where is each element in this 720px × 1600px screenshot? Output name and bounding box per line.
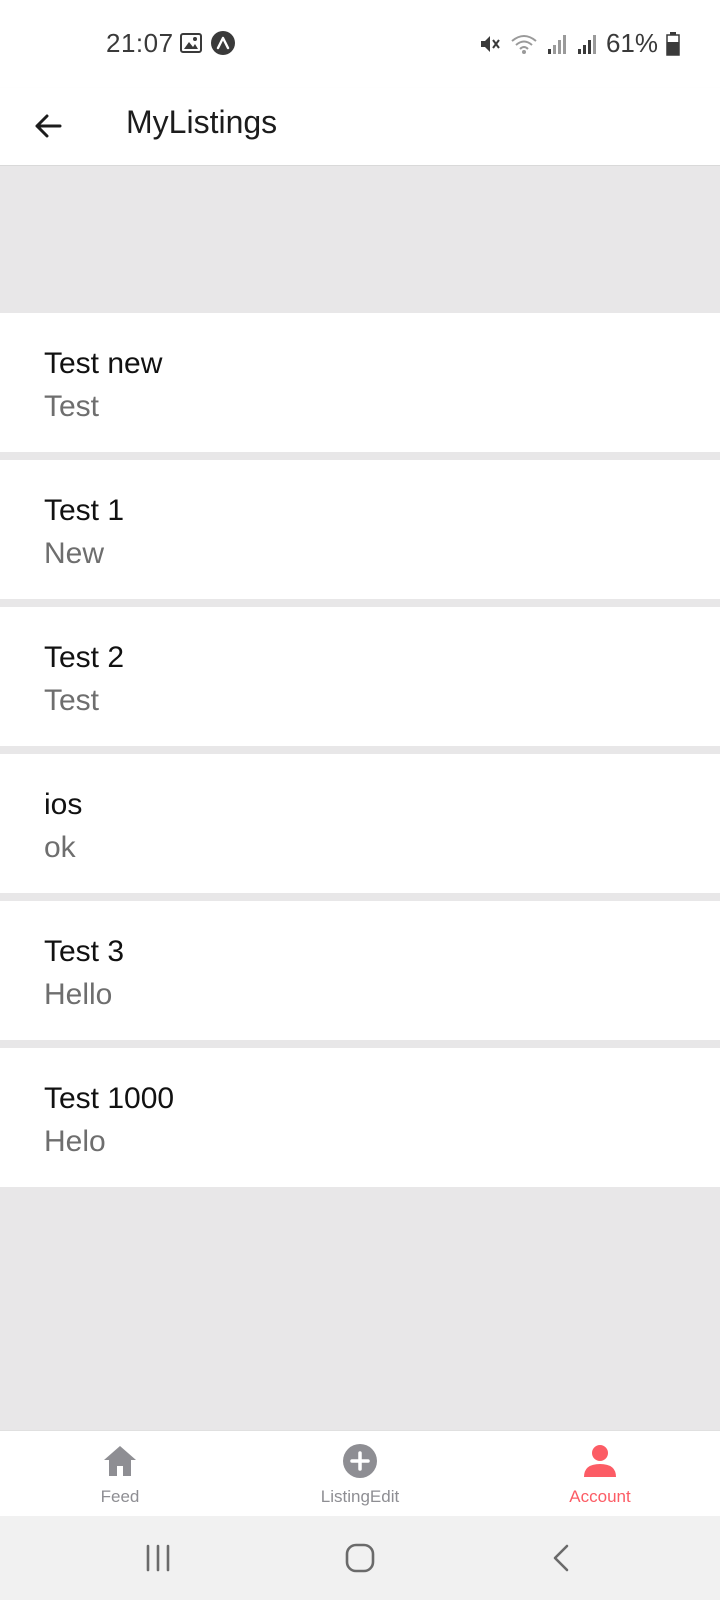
listing-subtitle: Test xyxy=(44,684,100,717)
battery-percent: 61% xyxy=(605,28,658,58)
app-header: MyListings xyxy=(0,88,720,166)
list-top-spacer xyxy=(0,166,720,313)
list-item[interactable]: Test 1000 Helo xyxy=(0,1048,720,1187)
signal-icon xyxy=(547,34,566,54)
back-icon xyxy=(553,1544,569,1572)
recent-apps-button[interactable] xyxy=(128,1534,188,1582)
listing-title: Test 2 xyxy=(44,641,125,674)
expo-icon xyxy=(211,31,235,55)
list-item[interactable]: Test 2 Test xyxy=(0,607,720,746)
tab-label: Account xyxy=(569,1487,631,1506)
listing-subtitle: Helo xyxy=(44,1125,106,1158)
tab-label: Feed xyxy=(100,1487,140,1506)
listing-subtitle: Test xyxy=(44,390,100,423)
plus-circle-icon xyxy=(343,1444,377,1478)
wifi-icon xyxy=(511,34,537,54)
listing-title: Test new xyxy=(44,347,163,380)
listing-subtitle: Hello xyxy=(44,978,113,1011)
arrow-left-icon xyxy=(35,114,62,138)
list-item[interactable]: Test 3 Hello xyxy=(0,901,720,1040)
recent-apps-icon xyxy=(146,1544,170,1572)
tab-listing-edit[interactable]: ListingEdit xyxy=(240,1431,480,1516)
mute-icon xyxy=(480,35,500,52)
status-notification-icons xyxy=(180,30,236,56)
tab-feed[interactable]: Feed xyxy=(0,1431,240,1516)
gallery-icon xyxy=(180,33,202,53)
battery-icon xyxy=(666,31,680,56)
bottom-tab-bar: Feed ListingEdit Account xyxy=(0,1430,720,1516)
list-item[interactable]: ios ok xyxy=(0,754,720,893)
listing-title: Test 3 xyxy=(44,935,125,968)
listing-list: Test new Test Test 1 New Test 2 Test ios… xyxy=(0,313,720,1187)
list-item[interactable]: Test new Test xyxy=(0,313,720,452)
listing-subtitle: New xyxy=(44,537,105,570)
listing-title: Test 1000 xyxy=(44,1082,175,1115)
list-item[interactable]: Test 1 New xyxy=(0,460,720,599)
account-icon xyxy=(584,1445,616,1477)
tab-account[interactable]: Account xyxy=(480,1431,720,1516)
back-button[interactable] xyxy=(24,102,72,150)
tab-label: ListingEdit xyxy=(320,1487,400,1506)
listing-title: Test 1 xyxy=(44,494,125,527)
page-title: MyListings xyxy=(126,104,278,140)
home-nav-button[interactable] xyxy=(330,1534,390,1582)
home-icon xyxy=(104,1446,136,1476)
system-nav-bar xyxy=(0,1516,720,1600)
listing-subtitle: ok xyxy=(44,831,76,864)
status-time: 21:07 xyxy=(106,28,174,58)
listing-title: ios xyxy=(44,788,83,821)
home-icon xyxy=(345,1543,375,1573)
status-system-icons: 61% xyxy=(478,28,680,59)
back-nav-button[interactable] xyxy=(532,1534,592,1582)
status-bar: 21:07 61% xyxy=(0,0,720,88)
signal-icon xyxy=(577,34,596,54)
